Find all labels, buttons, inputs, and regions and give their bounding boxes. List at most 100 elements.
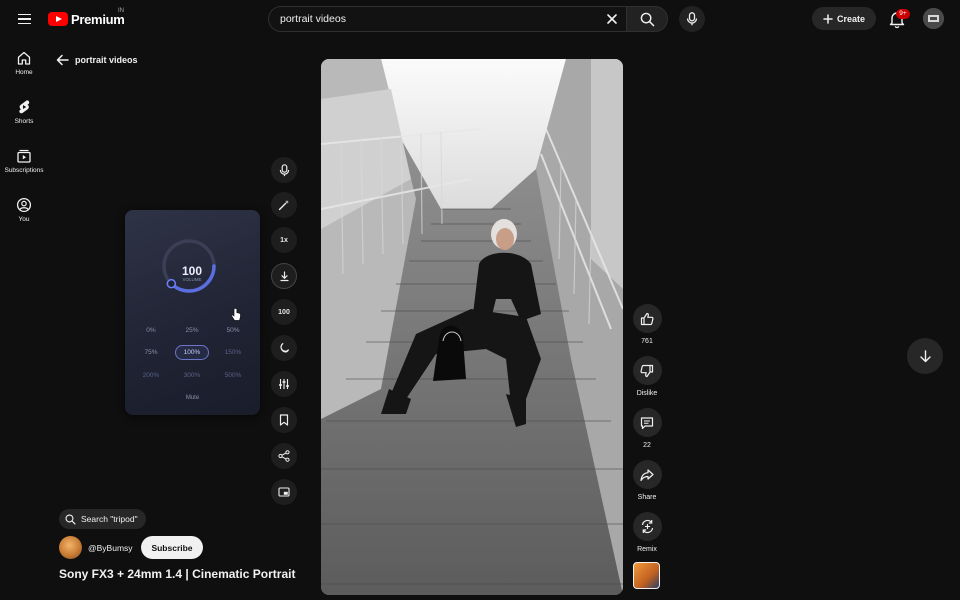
magic-wand-button[interactable] <box>271 192 297 218</box>
voice-search-button[interactable] <box>679 6 705 32</box>
microphone-icon <box>686 12 698 26</box>
dislike-label: Dislike <box>636 390 658 397</box>
preset-200[interactable]: 200% <box>134 368 168 383</box>
like-count: 761 <box>641 338 653 345</box>
back-label: portrait videos <box>75 55 138 65</box>
menu-button[interactable] <box>12 7 36 31</box>
next-video-button[interactable] <box>907 338 943 374</box>
preset-0[interactable]: 0% <box>134 323 168 338</box>
logo-text: Premium <box>71 11 125 27</box>
share-arrow-icon <box>640 468 654 481</box>
volume-level-label: 100 <box>278 308 290 316</box>
picture-in-picture-icon <box>278 487 290 497</box>
you-icon <box>16 197 32 213</box>
nav-label: Shorts <box>14 118 34 125</box>
save-button[interactable] <box>271 407 297 433</box>
menu-icon-line <box>17 22 31 25</box>
volume-level-button[interactable]: 100 <box>271 299 297 325</box>
like-action: 761 <box>632 304 662 345</box>
comments-action: 22 <box>632 408 662 449</box>
mute-button[interactable]: Mute <box>125 395 260 401</box>
account-avatar[interactable] <box>923 8 944 29</box>
nav-item-you[interactable]: You <box>0 191 48 235</box>
logo-country-code: IN <box>118 8 124 14</box>
nav-item-subscriptions[interactable]: Subscriptions <box>0 142 48 186</box>
comments-button[interactable] <box>632 408 662 437</box>
top-bar: Premium IN Create 9+ <box>0 0 960 38</box>
preset-300[interactable]: 300% <box>175 368 209 383</box>
related-search-label: Search "tripod" <box>81 514 138 524</box>
share-tool-button[interactable] <box>271 443 297 469</box>
subscribe-button[interactable]: Subscribe <box>141 536 203 559</box>
share-action: Share <box>632 460 662 501</box>
video-title[interactable]: Sony FX3 + 24mm 1.4 | Cinematic Portrait <box>59 567 309 581</box>
search-bar <box>268 6 668 32</box>
moon-icon <box>280 342 290 353</box>
hand-cursor-icon <box>231 308 241 321</box>
comment-icon <box>640 416 654 429</box>
dislike-action: Dislike <box>632 356 662 397</box>
bookmark-icon <box>279 414 289 426</box>
speed-label: 1x <box>280 236 288 244</box>
share-button[interactable] <box>632 460 662 489</box>
volume-value: 100 <box>181 264 203 278</box>
comment-count: 22 <box>643 442 651 449</box>
download-button[interactable] <box>271 263 297 289</box>
remix-button[interactable] <box>632 512 662 541</box>
dark-mode-button[interactable] <box>271 335 297 361</box>
search-icon <box>65 513 76 525</box>
back-to-search-results[interactable]: portrait videos <box>56 52 138 68</box>
download-icon <box>279 270 289 281</box>
youtube-premium-logo[interactable]: Premium IN <box>48 8 125 28</box>
preset-75[interactable]: 75% <box>134 345 168 360</box>
create-label: Create <box>836 13 865 24</box>
sliders-icon <box>279 379 289 389</box>
preset-50[interactable]: 50% <box>216 323 250 338</box>
search-icon <box>640 12 654 26</box>
create-button[interactable]: Create <box>812 7 876 30</box>
nav-label: Home <box>15 69 33 76</box>
related-search-chip[interactable]: Search "tripod" <box>59 509 146 529</box>
equalizer-button[interactable] <box>271 371 297 397</box>
share-label: Share <box>637 494 657 501</box>
nav-item-home[interactable]: Home <box>0 44 48 88</box>
thumbs-down-icon <box>640 364 654 377</box>
search-box <box>268 6 626 32</box>
search-input[interactable] <box>280 13 580 25</box>
like-button[interactable] <box>632 304 662 333</box>
menu-icon-line <box>17 13 31 16</box>
youtube-play-icon <box>48 12 68 26</box>
channel-name[interactable]: @ByBumsy <box>88 543 133 553</box>
remix-icon <box>641 519 653 534</box>
preset-500[interactable]: 500% <box>216 368 250 383</box>
arrow-left-icon <box>56 54 69 66</box>
playback-speed-button[interactable]: 1x <box>271 227 297 253</box>
mini-player-button[interactable] <box>271 479 297 505</box>
nav-item-shorts[interactable]: Shorts <box>0 93 48 137</box>
remix-label: Remix <box>637 546 657 553</box>
remix-action: Remix <box>632 512 662 553</box>
menu-icon-line <box>17 18 31 20</box>
volume-caption: VOLUME <box>182 277 202 282</box>
share-nodes-icon <box>278 450 290 462</box>
shorts-video-player[interactable] <box>321 59 623 595</box>
preset-150[interactable]: 150% <box>216 345 250 360</box>
thumbs-up-icon <box>640 312 654 325</box>
voice-tool-button[interactable] <box>271 157 297 183</box>
search-button[interactable] <box>626 6 668 32</box>
preset-25[interactable]: 25% <box>175 323 209 338</box>
preset-100[interactable]: 100% <box>175 345 209 360</box>
clear-search-icon[interactable] <box>604 11 620 27</box>
shorts-icon <box>19 100 30 114</box>
nav-label: You <box>18 216 30 223</box>
subscriptions-icon <box>17 149 31 163</box>
nav-label: Subscriptions <box>4 167 44 174</box>
avatar-image <box>923 8 944 29</box>
arrow-down-icon <box>919 349 931 362</box>
microphone-icon <box>279 163 289 176</box>
magic-wand-icon <box>278 200 289 211</box>
sound-thumbnail[interactable] <box>633 562 660 589</box>
notification-count-badge: 9+ <box>896 9 910 19</box>
channel-avatar[interactable] <box>59 536 82 559</box>
dislike-button[interactable] <box>632 356 662 385</box>
